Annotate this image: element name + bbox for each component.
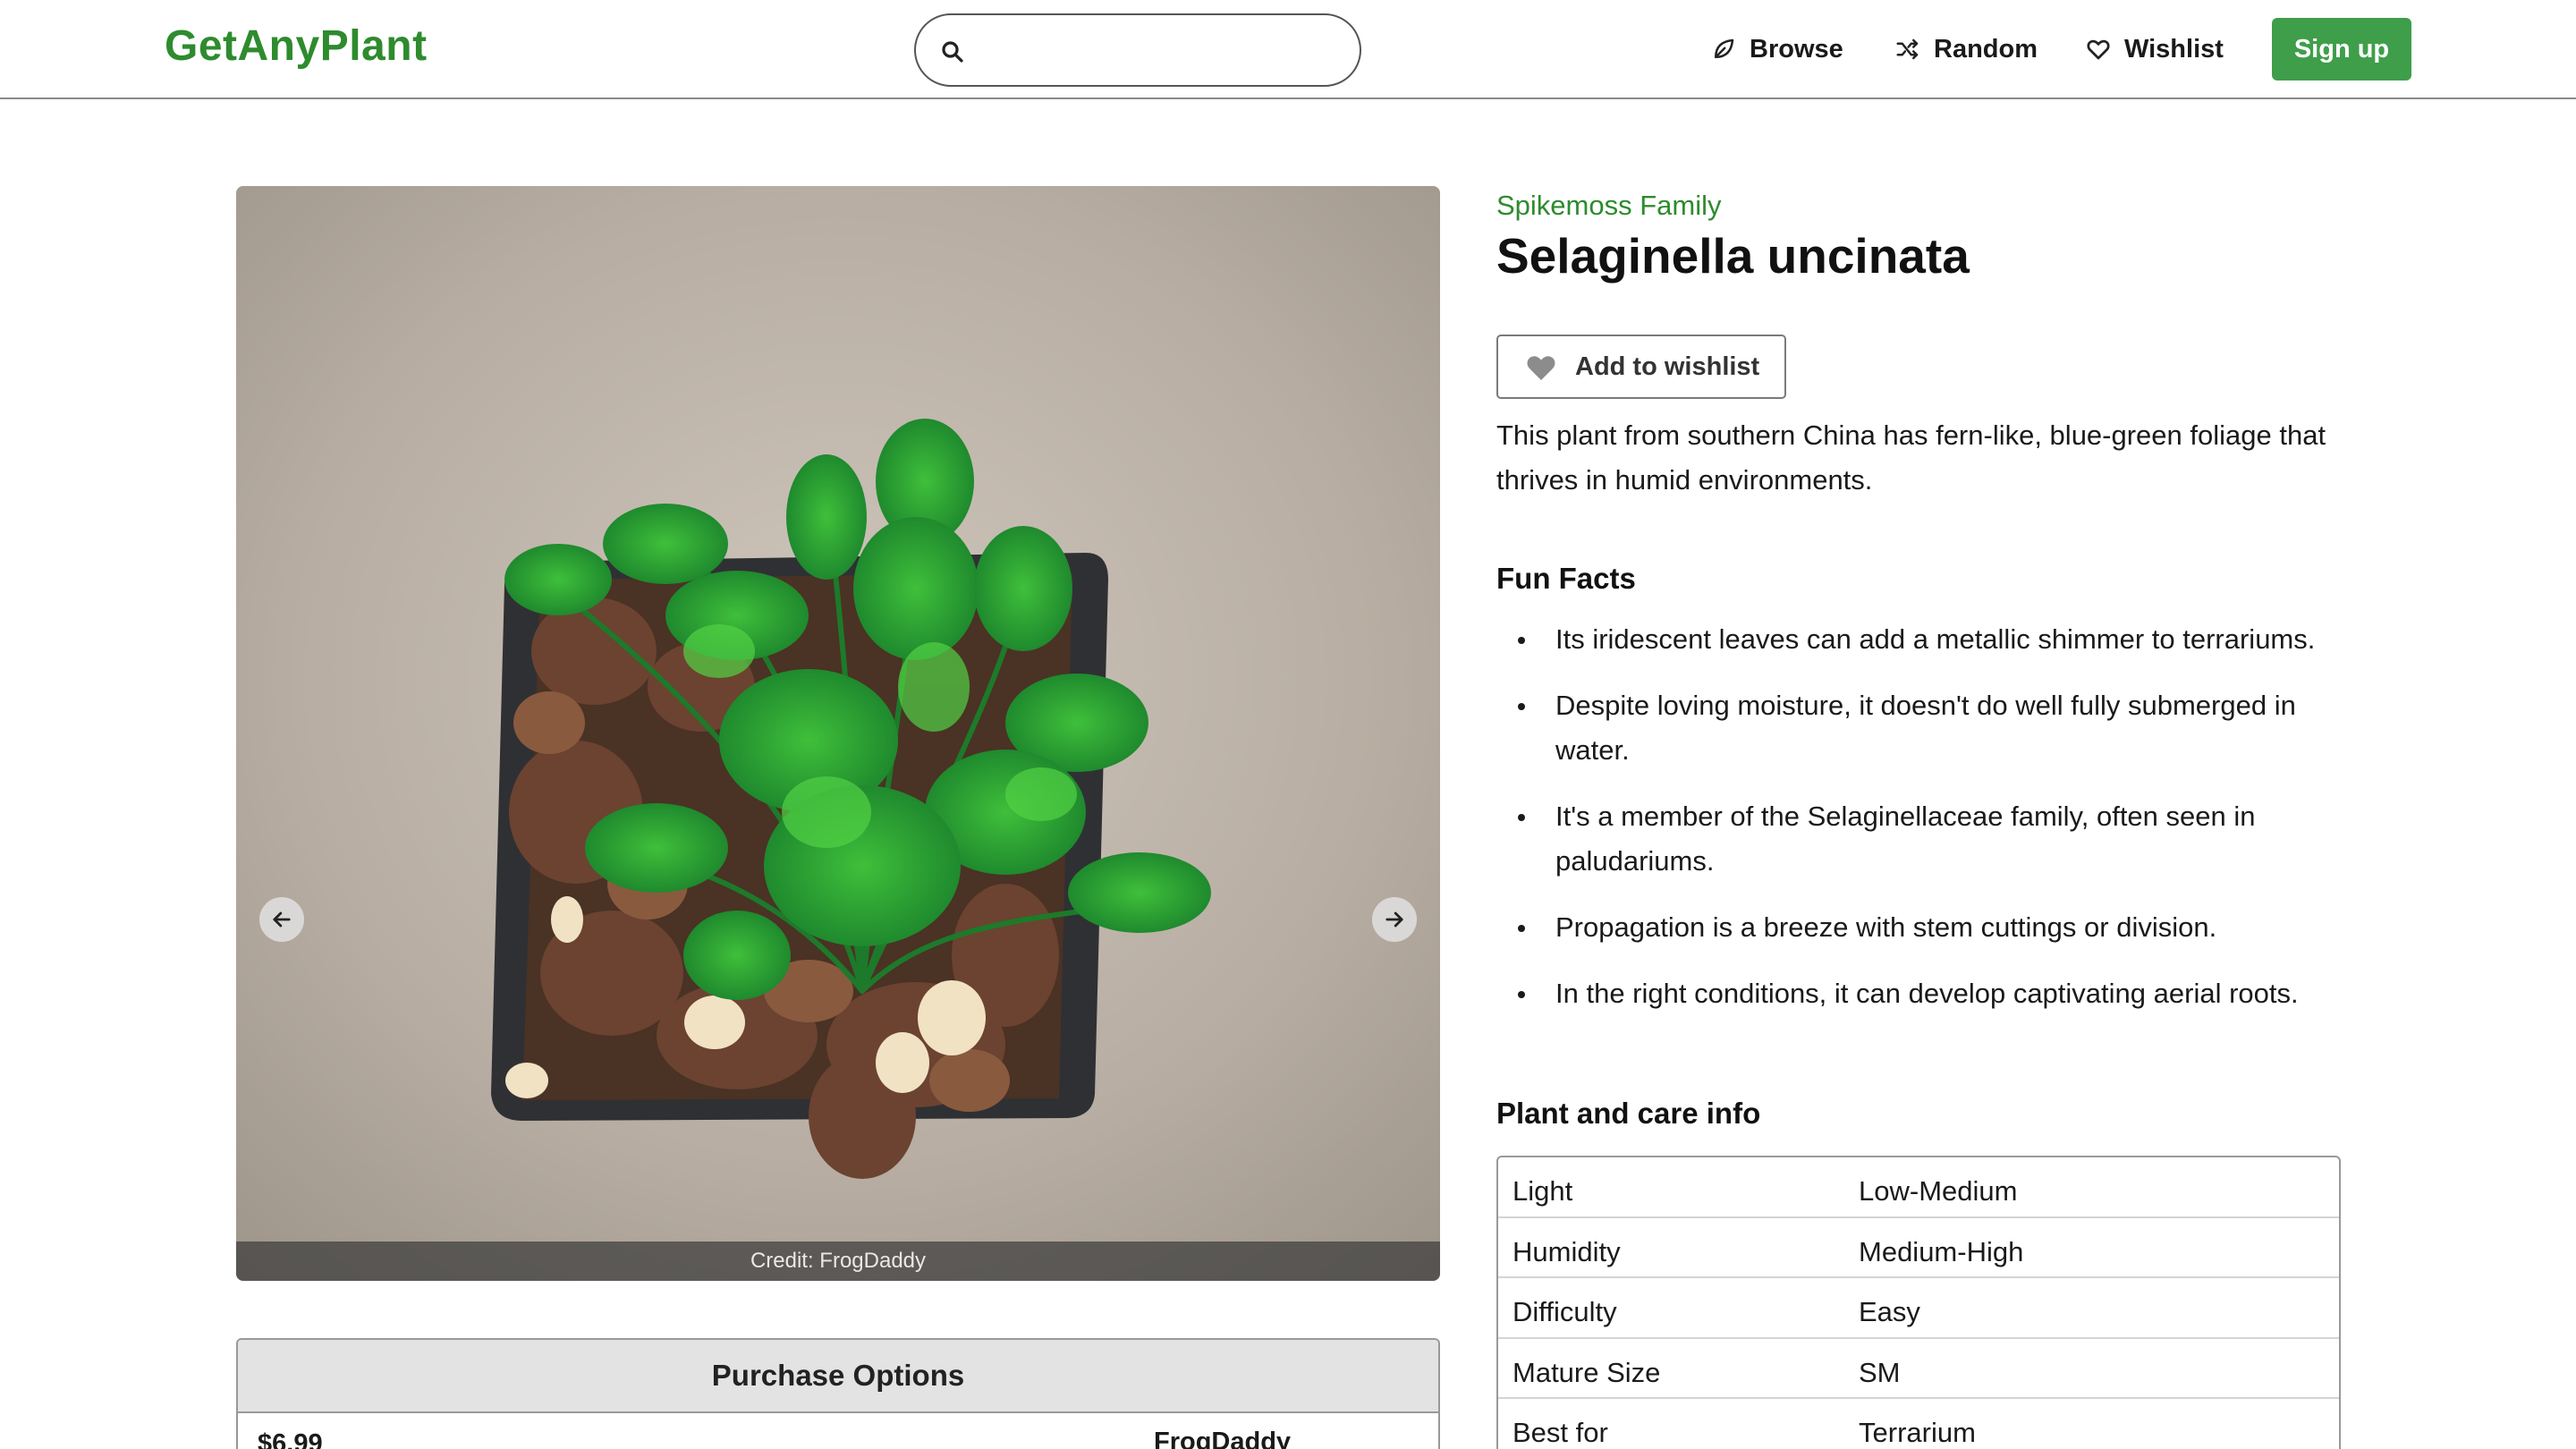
plant-name-title: Selaginella uncinata bbox=[1496, 228, 1970, 284]
nav-wishlist-link[interactable]: Wishlist bbox=[2085, 29, 2224, 70]
purchase-options-heading: Purchase Options bbox=[238, 1340, 1438, 1413]
fun-fact-item: It's a member of the Selaginellaceae fam… bbox=[1496, 794, 2346, 884]
top-navigation-bar: GetAnyPlant Browse Random Wishlist Sign … bbox=[0, 0, 2576, 99]
plant-photo bbox=[236, 186, 1440, 1281]
care-label: Humidity bbox=[1513, 1235, 1621, 1267]
purchase-option-row[interactable]: $6.99 FrogDaddy bbox=[238, 1413, 1438, 1449]
search-input[interactable] bbox=[979, 28, 1336, 74]
search-box[interactable] bbox=[914, 13, 1361, 87]
arrow-right-icon bbox=[1385, 911, 1403, 928]
plant-image-gallery: Credit: FrogDaddy bbox=[236, 186, 1440, 1281]
fun-fact-item: Its iridescent leaves can add a metallic… bbox=[1496, 617, 2346, 662]
care-row-best-for: Best for Terrarium bbox=[1498, 1399, 2339, 1449]
fun-facts-list: Its iridescent leaves can add a metallic… bbox=[1496, 617, 2346, 1038]
nav-random-label: Random bbox=[1934, 34, 2038, 64]
previous-image-button[interactable] bbox=[259, 897, 304, 942]
image-credit: Credit: FrogDaddy bbox=[236, 1241, 1440, 1281]
purchase-price: $6.99 bbox=[258, 1429, 323, 1449]
plant-description: This plant from southern China has fern-… bbox=[1496, 419, 2326, 496]
care-value: Easy bbox=[1859, 1296, 1920, 1327]
heart-filled-icon bbox=[1527, 356, 1555, 380]
fun-fact-item: Propagation is a breeze with stem cuttin… bbox=[1496, 905, 2346, 950]
care-row-light: Light Low-Medium bbox=[1498, 1157, 2339, 1218]
next-image-button[interactable] bbox=[1372, 897, 1417, 942]
fun-fact-item: Despite loving moisture, it doesn't do w… bbox=[1496, 683, 2346, 773]
care-label: Best for bbox=[1513, 1417, 1608, 1448]
care-label: Light bbox=[1513, 1175, 1573, 1207]
care-value: Terrarium bbox=[1859, 1417, 1976, 1448]
care-row-difficulty: Difficulty Easy bbox=[1498, 1278, 2339, 1339]
nav-browse-label: Browse bbox=[1750, 34, 1843, 64]
care-value: Low-Medium bbox=[1859, 1175, 2018, 1207]
care-label: Mature Size bbox=[1513, 1356, 1661, 1388]
sign-up-button[interactable]: Sign up bbox=[2272, 18, 2411, 80]
care-value: Medium-High bbox=[1859, 1235, 2024, 1267]
care-value: SM bbox=[1859, 1356, 1901, 1388]
nav-wishlist-label: Wishlist bbox=[2124, 34, 2224, 64]
shuffle-icon bbox=[1896, 38, 1919, 60]
leaf-icon bbox=[1715, 38, 1734, 58]
search-icon bbox=[942, 41, 963, 63]
care-info-table: Light Low-Medium Humidity Medium-High Di… bbox=[1496, 1156, 2341, 1449]
arrow-left-icon bbox=[273, 911, 291, 928]
purchase-options-panel: Purchase Options $6.99 FrogDaddy bbox=[236, 1338, 1440, 1449]
plant-family-link[interactable]: Spikemoss Family bbox=[1496, 190, 1722, 222]
care-label: Difficulty bbox=[1513, 1296, 1617, 1327]
nav-browse-link[interactable]: Browse bbox=[1710, 29, 1843, 70]
nav-random-link[interactable]: Random bbox=[1894, 29, 2038, 70]
heart-outline-icon bbox=[2087, 39, 2110, 60]
care-row-mature-size: Mature Size SM bbox=[1498, 1339, 2339, 1399]
fun-facts-heading: Fun Facts bbox=[1496, 562, 1636, 595]
add-to-wishlist-label: Add to wishlist bbox=[1575, 352, 1760, 381]
add-to-wishlist-button[interactable]: Add to wishlist bbox=[1496, 335, 1786, 399]
care-row-humidity: Humidity Medium-High bbox=[1498, 1218, 2339, 1278]
fun-fact-item: In the right conditions, it can develop … bbox=[1496, 971, 2346, 1016]
purchase-seller[interactable]: FrogDaddy bbox=[1154, 1428, 1291, 1449]
site-logo[interactable]: GetAnyPlant bbox=[165, 21, 428, 71]
care-info-heading: Plant and care info bbox=[1496, 1097, 1761, 1130]
